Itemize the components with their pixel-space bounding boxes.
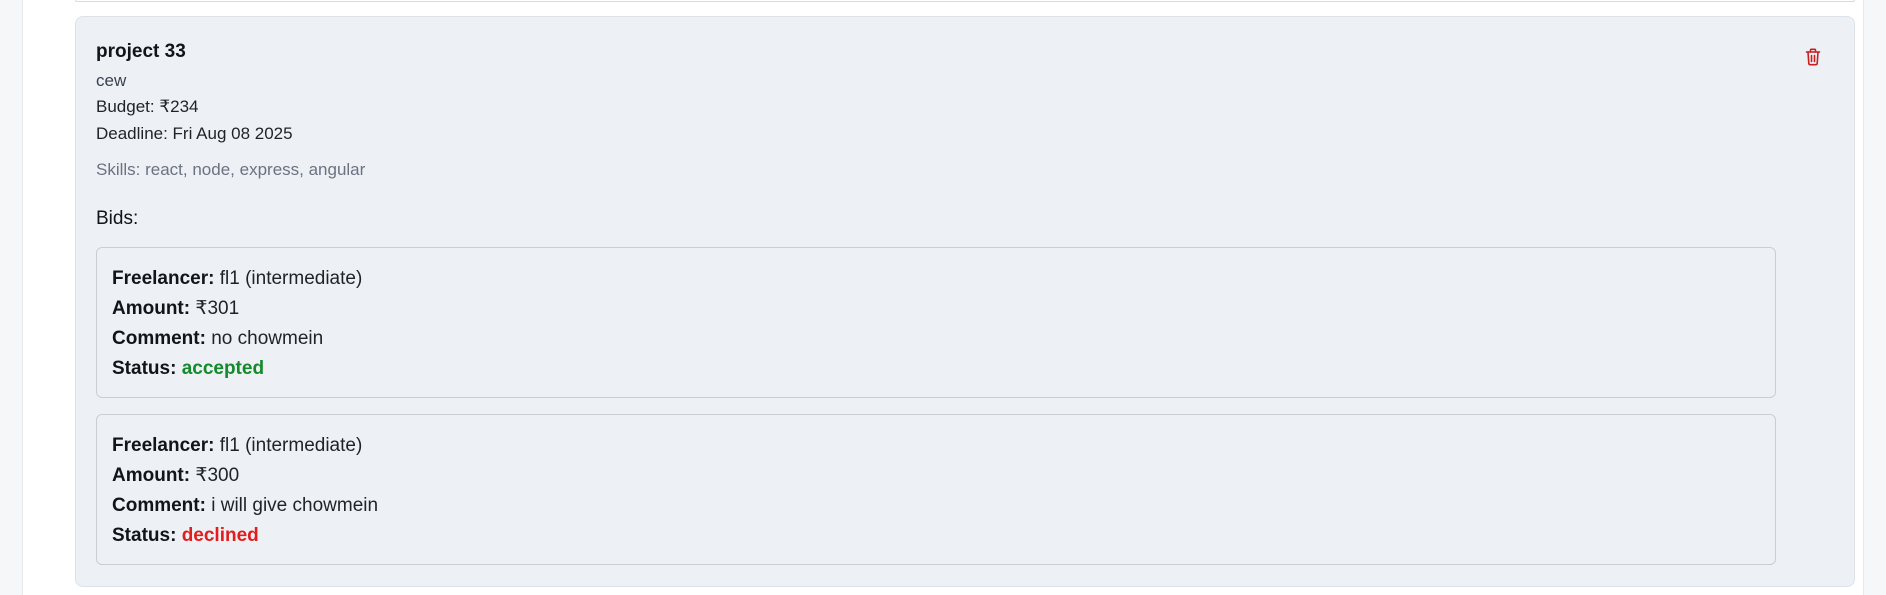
bid-card: Freelancer: fl1 (intermediate) Amount: ₹… xyxy=(96,247,1776,398)
status-value: declined xyxy=(181,525,259,546)
amount-value: ₹300 xyxy=(195,465,240,486)
bid-amount: Amount: ₹301 xyxy=(112,294,1775,324)
amount-value: ₹301 xyxy=(195,298,240,319)
previous-project-card-edge xyxy=(75,0,1855,2)
project-budget: Budget: ₹234 xyxy=(96,97,199,116)
bid-freelancer: Freelancer: fl1 (intermediate) xyxy=(112,431,1775,461)
bid-freelancer: Freelancer: fl1 (intermediate) xyxy=(112,264,1775,294)
comment-label: Comment: xyxy=(112,328,206,349)
bid-status: Status: declined xyxy=(112,521,1775,551)
project-deadline: Deadline: Fri Aug 08 2025 xyxy=(96,124,293,143)
status-label: Status: xyxy=(112,525,177,546)
freelancer-label: Freelancer: xyxy=(112,268,215,289)
project-title: project 33 xyxy=(96,41,186,62)
delete-project-button[interactable] xyxy=(1801,45,1825,69)
status-label: Status: xyxy=(112,358,177,379)
freelancer-value: fl1 (intermediate) xyxy=(219,435,363,456)
bid-amount: Amount: ₹300 xyxy=(112,461,1775,491)
trash-icon xyxy=(1805,48,1821,66)
bids-heading: Bids: xyxy=(96,208,139,229)
project-card: project 33 cew Budget: ₹234 Deadline: Fr… xyxy=(75,16,1855,587)
project-skills: Skills: react, node, express, angular xyxy=(96,160,366,179)
amount-label: Amount: xyxy=(112,298,191,319)
comment-label: Comment: xyxy=(112,495,206,516)
freelancer-value: fl1 (intermediate) xyxy=(219,268,363,289)
freelancer-label: Freelancer: xyxy=(112,435,215,456)
bid-comment: Comment: i will give chowmein xyxy=(112,491,1775,521)
bid-status: Status: accepted xyxy=(112,354,1775,384)
bid-card: Freelancer: fl1 (intermediate) Amount: ₹… xyxy=(96,414,1776,565)
comment-value: no chowmein xyxy=(211,328,324,349)
project-description: cew xyxy=(96,71,127,90)
status-value: accepted xyxy=(181,358,265,379)
comment-value: i will give chowmein xyxy=(211,495,379,516)
page-container: project 33 cew Budget: ₹234 Deadline: Fr… xyxy=(22,0,1864,595)
amount-label: Amount: xyxy=(112,465,191,486)
bid-comment: Comment: no chowmein xyxy=(112,324,1775,354)
